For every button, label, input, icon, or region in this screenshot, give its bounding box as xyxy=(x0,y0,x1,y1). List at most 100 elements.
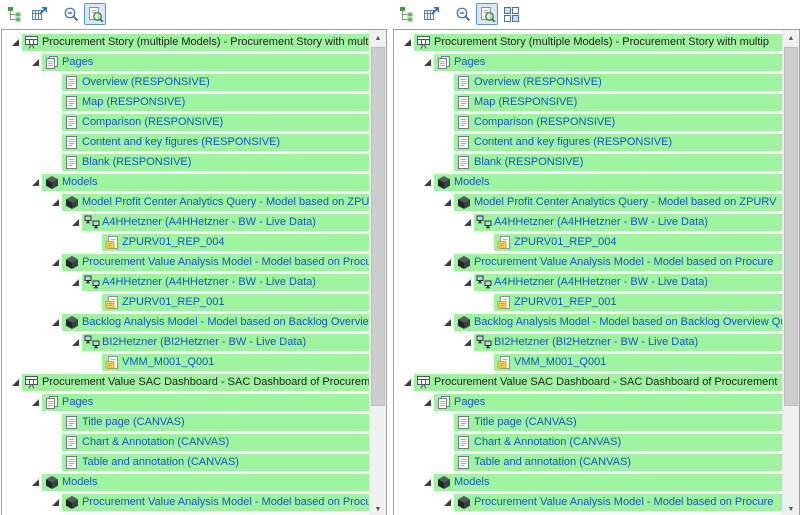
tree-row[interactable]: Procurement Value Analysis Model - Model… xyxy=(2,252,369,272)
expander-icon[interactable] xyxy=(420,395,434,409)
tree-row[interactable]: Procurement Story (multiple Models) - Pr… xyxy=(2,32,369,52)
scrollbar-thumb[interactable] xyxy=(784,47,798,406)
expander-icon[interactable] xyxy=(440,195,454,209)
tree-row[interactable]: Content and key figures (RESPONSIVE) xyxy=(394,132,782,152)
scroll-up-button[interactable]: ▲ xyxy=(783,30,799,47)
expander-icon[interactable] xyxy=(460,215,474,229)
expander-icon[interactable] xyxy=(420,55,434,69)
expander-icon[interactable] xyxy=(400,35,414,49)
highlight-differences-toggle[interactable] xyxy=(476,3,498,25)
tree-row[interactable]: Chart & Annotation (CANVAS) xyxy=(2,432,369,452)
scroll-down-button[interactable]: ▼ xyxy=(783,501,799,515)
zoom-out-button[interactable] xyxy=(452,3,474,25)
tree-row[interactable]: Overview (RESPONSIVE) xyxy=(394,72,782,92)
tree-row[interactable]: Models xyxy=(394,172,782,192)
scroll-down-button[interactable]: ▼ xyxy=(370,501,386,515)
tree-row[interactable]: Table and annotation (CANVAS) xyxy=(394,452,782,472)
tree-row[interactable]: Procurement Value Analysis Model - Model… xyxy=(2,492,369,512)
tree-row[interactable]: Pages xyxy=(2,52,369,72)
tree-row[interactable]: Model Profit Center Analytics Query - Mo… xyxy=(2,192,369,212)
tree-row[interactable]: Title page (CANVAS) xyxy=(2,412,369,432)
expander-icon[interactable] xyxy=(440,255,454,269)
tree-row[interactable]: Pages xyxy=(2,392,369,412)
expander-icon[interactable] xyxy=(440,495,454,509)
tree-row[interactable]: Chart & Annotation (CANVAS) xyxy=(394,432,782,452)
expand-structure-button[interactable] xyxy=(4,3,26,25)
scrollbar-track[interactable] xyxy=(783,47,799,501)
tree-row[interactable]: ZPURV01_REP_001 xyxy=(394,292,782,312)
tree-row[interactable]: Model Profit Center Analytics Query - Mo… xyxy=(394,192,782,212)
tree-row[interactable]: Backlog Analysis Model - Model based on … xyxy=(2,312,369,332)
expander-icon[interactable] xyxy=(48,195,62,209)
expander-icon[interactable] xyxy=(48,255,62,269)
expander-icon[interactable] xyxy=(420,475,434,489)
tree-row[interactable]: Map (RESPONSIVE) xyxy=(394,92,782,112)
tree-row[interactable]: Models xyxy=(2,472,369,492)
expander-icon[interactable] xyxy=(8,375,22,389)
match-highlight: Pages xyxy=(42,54,369,71)
tree-row[interactable]: Comparison (RESPONSIVE) xyxy=(394,112,782,132)
scrollbar-thumb[interactable] xyxy=(371,47,385,406)
expander-icon[interactable] xyxy=(28,55,42,69)
expander-icon[interactable] xyxy=(8,35,22,49)
tree-row[interactable]: Pages xyxy=(394,52,782,72)
tree-row[interactable]: Comparison (RESPONSIVE) xyxy=(2,112,369,132)
tree-row[interactable]: Blank (RESPONSIVE) xyxy=(394,152,782,172)
tree-row[interactable]: Procurement Value SAC Dashboard - SAC Da… xyxy=(394,372,782,392)
tree-row[interactable]: Blank (RESPONSIVE) xyxy=(2,152,369,172)
right-vertical-scrollbar[interactable]: ▲ ▼ xyxy=(782,30,799,515)
scroll-up-button[interactable]: ▲ xyxy=(370,30,386,47)
tree-row[interactable]: Procurement Value Analysis Model - Model… xyxy=(394,492,782,512)
tree-row[interactable]: VMM_M001_Q001 xyxy=(394,352,782,372)
export-table-button[interactable] xyxy=(28,3,50,25)
tree-row[interactable]: Title page (CANVAS) xyxy=(394,412,782,432)
match-highlight: Models xyxy=(42,474,369,491)
expander-icon[interactable] xyxy=(28,175,42,189)
tree-row[interactable]: Pages xyxy=(394,392,782,412)
tree-row[interactable]: Procurement Value Analysis Model - Model… xyxy=(394,252,782,272)
scrollbar-track[interactable] xyxy=(370,47,386,501)
expander-icon[interactable] xyxy=(68,215,82,229)
expander-icon[interactable] xyxy=(48,495,62,509)
tree-row[interactable]: ZPURV01_REP_001 xyxy=(2,292,369,312)
highlight-differences-toggle[interactable] xyxy=(84,3,106,25)
expander-spacer xyxy=(440,155,454,169)
expander-icon[interactable] xyxy=(440,315,454,329)
tree-row[interactable]: A4HHetzner (A4HHetzner - BW - Live Data) xyxy=(2,272,369,292)
tree-row-label: Title page (CANVAS) xyxy=(474,416,581,428)
expander-icon[interactable] xyxy=(400,375,414,389)
export-table-button[interactable] xyxy=(420,3,442,25)
tree-row[interactable]: Models xyxy=(394,472,782,492)
expander-icon[interactable] xyxy=(68,275,82,289)
left-vertical-scrollbar[interactable]: ▲ ▼ xyxy=(369,30,386,515)
expand-structure-button[interactable] xyxy=(396,3,418,25)
tree-row[interactable]: ZPURV01_REP_004 xyxy=(2,232,369,252)
expander-icon[interactable] xyxy=(28,395,42,409)
tree-row[interactable]: A4HHetzner (A4HHetzner - BW - Live Data) xyxy=(394,212,782,232)
tree-row[interactable]: Backlog Analysis Model - Model based on … xyxy=(394,312,782,332)
tree-row[interactable]: Procurement Value SAC Dashboard - SAC Da… xyxy=(2,372,369,392)
tree-row-label: Procurement Value Analysis Model - Model… xyxy=(474,256,777,268)
tree-row-label: Table and annotation (CANVAS) xyxy=(82,456,243,468)
expander-icon[interactable] xyxy=(68,335,82,349)
expander-icon[interactable] xyxy=(460,275,474,289)
tree-row[interactable]: Models xyxy=(2,172,369,192)
grid-view-button[interactable] xyxy=(500,3,522,25)
tree-row[interactable]: BI2Hetzner (BI2Hetzner - BW - Live Data) xyxy=(2,332,369,352)
match-highlight: Title page (CANVAS) xyxy=(62,414,369,431)
tree-row[interactable]: A4HHetzner (A4HHetzner - BW - Live Data) xyxy=(394,272,782,292)
tree-row[interactable]: Procurement Story (multiple Models) - Pr… xyxy=(394,32,782,52)
tree-row[interactable]: Overview (RESPONSIVE) xyxy=(2,72,369,92)
expander-icon[interactable] xyxy=(420,175,434,189)
expander-icon[interactable] xyxy=(460,335,474,349)
tree-row[interactable]: Content and key figures (RESPONSIVE) xyxy=(2,132,369,152)
expander-icon[interactable] xyxy=(28,475,42,489)
tree-row[interactable]: Table and annotation (CANVAS) xyxy=(2,452,369,472)
tree-row[interactable]: Map (RESPONSIVE) xyxy=(2,92,369,112)
tree-row[interactable]: VMM_M001_Q001 xyxy=(2,352,369,372)
tree-row[interactable]: A4HHetzner (A4HHetzner - BW - Live Data) xyxy=(2,212,369,232)
zoom-out-button[interactable] xyxy=(60,3,82,25)
tree-row[interactable]: ZPURV01_REP_004 xyxy=(394,232,782,252)
tree-row[interactable]: BI2Hetzner (BI2Hetzner - BW - Live Data) xyxy=(394,332,782,352)
expander-icon[interactable] xyxy=(48,315,62,329)
